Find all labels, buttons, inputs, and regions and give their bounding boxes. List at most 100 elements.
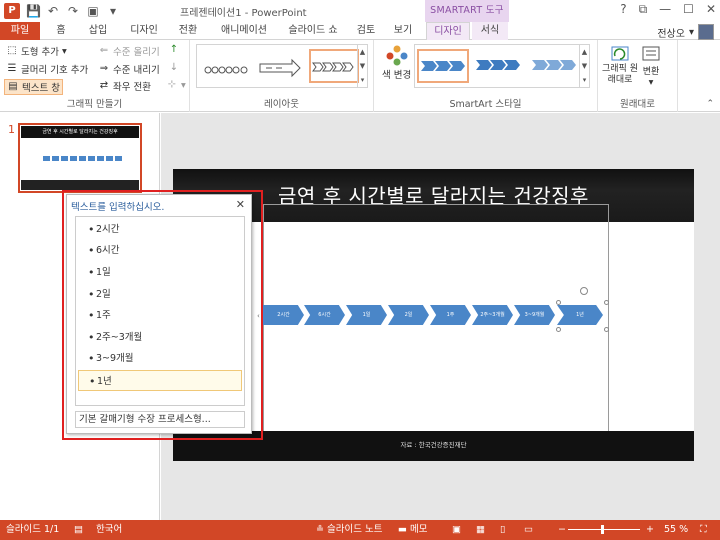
style-thumb-flat[interactable]: [417, 49, 469, 83]
close-icon[interactable]: ✕: [236, 198, 245, 211]
slide-thumbnail-content: 금연 후 시간별로 달라지는 건강징후: [21, 126, 139, 190]
text-pane-item[interactable]: 2주~3개월: [78, 327, 242, 348]
tab-view[interactable]: 보기: [388, 22, 418, 40]
tab-smartart-format[interactable]: 서식: [472, 22, 508, 40]
process-step[interactable]: 1일: [346, 305, 387, 325]
tab-smartart-design[interactable]: 디자인: [426, 22, 470, 41]
text-pane-item[interactable]: 1일: [78, 262, 242, 283]
collapse-ribbon-icon[interactable]: ⌃: [706, 99, 714, 109]
more-icon[interactable]: ▾: [583, 76, 587, 84]
tab-slideshow[interactable]: 슬라이드 쇼: [280, 22, 346, 40]
user-dropdown-icon[interactable]: ▾: [689, 27, 694, 38]
slideshow-view-icon[interactable]: ▭: [524, 520, 533, 540]
slideshow-icon[interactable]: ▣: [86, 4, 100, 18]
scroll-up-icon[interactable]: ▲: [360, 48, 365, 56]
layout-thumb-circle-process[interactable]: [201, 49, 249, 83]
process-step[interactable]: 2시간: [263, 305, 304, 325]
resize-handle[interactable]: [556, 300, 561, 305]
move-up-button[interactable]: ↑: [168, 44, 180, 56]
rotate-handle[interactable]: [580, 287, 588, 295]
proofing-icon[interactable]: ▤: [74, 520, 83, 540]
help-icon[interactable]: ?: [620, 2, 626, 17]
ribbon-display-icon[interactable]: ⧉: [639, 2, 648, 17]
slide-sorter-icon[interactable]: ▦: [476, 520, 485, 540]
tab-animations[interactable]: 애니메이션: [212, 22, 276, 40]
text-pane-toggle-icon[interactable]: ‹: [257, 312, 260, 320]
text-pane-item[interactable]: 2일: [78, 284, 242, 305]
tab-design[interactable]: 디자인: [122, 22, 166, 40]
text-pane-item[interactable]: 6시간: [78, 240, 242, 261]
zoom-slider-thumb[interactable]: [601, 525, 604, 534]
add-shape-button[interactable]: ⬚ 도형 추가 ▾: [6, 44, 67, 58]
thumbnail-chevrons: [43, 156, 123, 161]
reading-view-icon[interactable]: ▯: [500, 520, 505, 540]
normal-view-icon[interactable]: ▣: [452, 520, 461, 540]
tab-insert[interactable]: 삽입: [80, 22, 116, 40]
fit-to-window-icon[interactable]: ⛶: [700, 520, 707, 540]
zoom-out-icon[interactable]: −: [558, 520, 566, 540]
undo-icon[interactable]: ↶: [46, 4, 60, 18]
layout-description-link[interactable]: 기본 갈매기형 수장 프로세스형...: [75, 411, 245, 428]
tab-transitions[interactable]: 전환: [170, 22, 206, 40]
avatar[interactable]: [698, 24, 714, 40]
text-pane-item[interactable]: 2시간: [78, 219, 242, 240]
demote-button[interactable]: ⇒ 수준 내리기: [98, 62, 160, 76]
slide-thumbnail[interactable]: 금연 후 시간별로 달라지는 건강징후: [18, 123, 142, 193]
process-step[interactable]: 2일: [388, 305, 429, 325]
language[interactable]: 한국어: [96, 520, 122, 540]
slide-number: 1: [8, 123, 15, 136]
reset-graphic-button[interactable]: 그래픽 원래대로: [602, 44, 638, 86]
customize-qat-icon[interactable]: ▾: [106, 4, 120, 18]
layouts-gallery-scroll[interactable]: ▲ ▼ ▾: [357, 45, 367, 87]
notes-button[interactable]: ≗ 슬라이드 노트: [316, 520, 382, 540]
styles-gallery-scroll[interactable]: ▲ ▼ ▾: [579, 45, 589, 87]
group-label-create-graphic: 그래픽 만들기: [66, 99, 123, 110]
tab-home[interactable]: 홈: [46, 22, 76, 40]
resize-handle[interactable]: [604, 327, 609, 332]
maximize-icon[interactable]: ☐: [683, 2, 694, 17]
text-pane-item[interactable]: 3~9개월: [78, 348, 242, 369]
text-pane-item[interactable]: 1주: [78, 305, 242, 326]
style-thumb-subtle[interactable]: [473, 49, 525, 83]
text-pane-item-active[interactable]: 1년: [78, 370, 242, 392]
close-icon[interactable]: ✕: [706, 2, 716, 17]
more-icon[interactable]: ▾: [361, 76, 365, 84]
scroll-down-icon[interactable]: ▼: [360, 62, 365, 70]
scroll-up-icon[interactable]: ▲: [582, 48, 587, 56]
process-step-selected[interactable]: 1년: [557, 305, 603, 325]
save-icon[interactable]: 💾: [26, 4, 41, 18]
zoom-level[interactable]: 55 %: [664, 520, 688, 540]
minimize-icon[interactable]: —: [659, 2, 671, 17]
powerpoint-logo-icon[interactable]: P: [4, 3, 20, 19]
text-pane-button[interactable]: ▤ 텍스트 창: [4, 79, 63, 95]
process-step[interactable]: 2주~3개월: [472, 305, 513, 325]
layout-thumb-chevron-process[interactable]: [309, 49, 359, 83]
redo-icon[interactable]: ↷: [66, 4, 80, 18]
text-pane-list: 2시간 6시간 1일 2일 1주 2주~3개월 3~9개월 1년: [75, 216, 245, 406]
layout-thumb-arrow-process[interactable]: [255, 49, 303, 83]
layout-button[interactable]: ⊹ ▾: [166, 79, 186, 91]
zoom-slider[interactable]: [568, 525, 640, 534]
resize-handle[interactable]: [604, 300, 609, 305]
slide-source-note[interactable]: 자료 : 한국건강증진재단: [173, 439, 694, 449]
zoom-in-icon[interactable]: +: [646, 520, 654, 540]
process-step[interactable]: 6시간: [304, 305, 345, 325]
user-account[interactable]: 전상오 ▾: [657, 24, 714, 40]
smartart-styles-group: 색 변경 ▲ ▼ ▾ SmartArt 스타일: [374, 40, 598, 112]
process-step[interactable]: 1주: [430, 305, 471, 325]
move-down-button[interactable]: ↓: [168, 62, 180, 74]
promote-button[interactable]: ⇐ 수준 올리기: [98, 44, 160, 58]
scroll-down-icon[interactable]: ▼: [582, 62, 587, 70]
add-bullet-button[interactable]: ☰ 글머리 기호 추가: [6, 62, 89, 76]
text-pane-title: 텍스트를 입력하십시오.: [71, 202, 165, 213]
user-name: 전상오: [657, 28, 685, 40]
style-thumb-moderate[interactable]: [529, 49, 581, 83]
tab-file[interactable]: 파일: [0, 22, 40, 40]
change-colors-button[interactable]: 색 변경: [382, 44, 411, 81]
tab-review[interactable]: 검토: [350, 22, 382, 40]
right-to-left-button[interactable]: ⇄ 좌우 전환: [98, 79, 151, 93]
comments-button[interactable]: ▬ 메모: [398, 520, 428, 540]
convert-button[interactable]: 변환 ▾: [640, 44, 662, 88]
resize-handle[interactable]: [556, 327, 561, 332]
process-step[interactable]: 3~9개월: [514, 305, 555, 325]
